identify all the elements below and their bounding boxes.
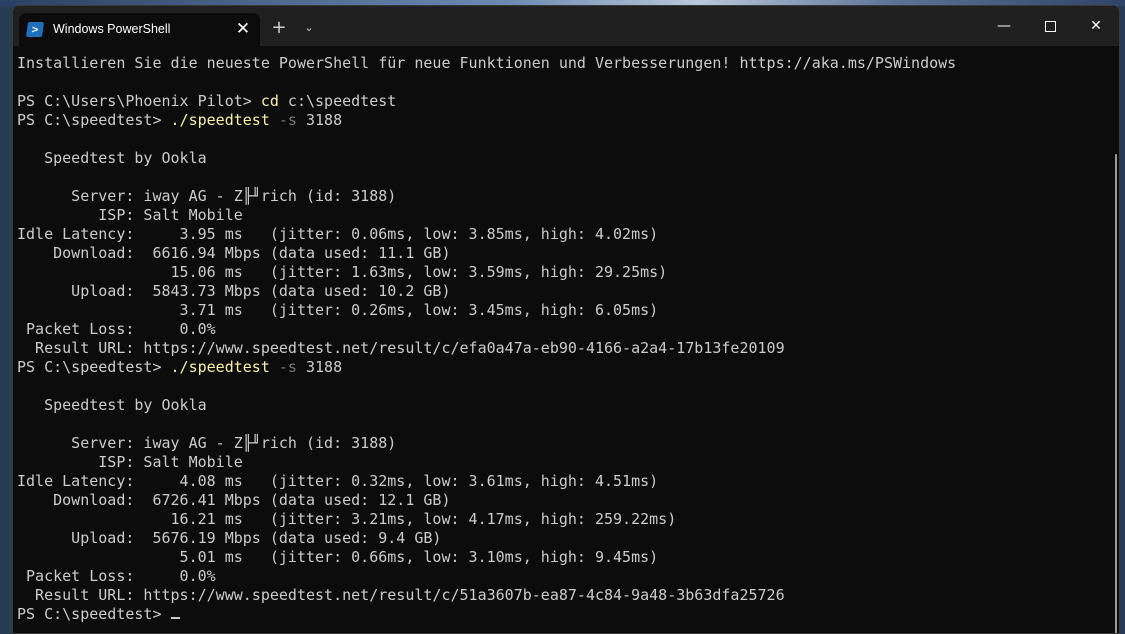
terminal-line: PS C:\speedtest> ./speedtest -s 3188 bbox=[17, 358, 956, 377]
command-text: ./speedtest bbox=[170, 111, 270, 129]
terminal-line: PS C:\speedtest> bbox=[17, 605, 956, 624]
output-text: Idle Latency: 3.95 ms (jitter: 0.06ms, l… bbox=[17, 225, 659, 243]
terminal-line: Upload: 5676.19 Mbps (data used: 9.4 GB) bbox=[17, 529, 956, 548]
output-text: Upload: 5843.73 Mbps (data used: 10.2 GB… bbox=[17, 282, 451, 300]
terminal-lines: Installieren Sie die neueste PowerShell … bbox=[17, 54, 956, 624]
terminal-line: PS C:\Users\Phoenix Pilot> cd c:\speedte… bbox=[17, 92, 956, 111]
terminal-line: Result URL: https://www.speedtest.net/re… bbox=[17, 586, 956, 605]
terminal-line: PS C:\speedtest> ./speedtest -s 3188 bbox=[17, 111, 956, 130]
output-text: 3188 bbox=[296, 358, 343, 376]
terminal-line: 5.01 ms (jitter: 0.66ms, low: 3.10ms, hi… bbox=[17, 548, 956, 567]
terminal-line: Packet Loss: 0.0% bbox=[17, 567, 956, 586]
output-text: PS C:\Users\Phoenix Pilot> bbox=[17, 92, 261, 110]
output-text: Result URL: https://www.speedtest.net/re… bbox=[17, 339, 785, 357]
command-text: cd bbox=[260, 92, 279, 110]
tab-windows-powershell[interactable]: > Windows PowerShell ✕ bbox=[19, 13, 260, 46]
output-text: PS C:\speedtest> bbox=[17, 605, 171, 623]
output-text: 15.06 ms (jitter: 1.63ms, low: 3.59ms, h… bbox=[17, 263, 668, 281]
terminal-line: Idle Latency: 3.95 ms (jitter: 0.06ms, l… bbox=[17, 225, 956, 244]
maximize-icon bbox=[1044, 20, 1056, 32]
terminal-window: > Windows PowerShell ✕ + ⌄ — ✕ Installie… bbox=[12, 5, 1120, 634]
output-text: Packet Loss: 0.0% bbox=[17, 567, 216, 585]
command-text: ./speedtest bbox=[170, 358, 270, 376]
new-tab-button[interactable]: + bbox=[267, 17, 291, 39]
terminal-line: Server: iway AG - Z╟╜rich (id: 3188) bbox=[17, 187, 956, 206]
output-text: 3188 bbox=[296, 111, 343, 129]
parameter-text: -s bbox=[269, 358, 297, 376]
terminal-output-area[interactable]: Installieren Sie die neueste PowerShell … bbox=[13, 46, 1119, 633]
terminal-line: Download: 6726.41 Mbps (data used: 12.1 … bbox=[17, 491, 956, 510]
output-text: Installieren Sie die neueste PowerShell … bbox=[17, 54, 957, 72]
text-cursor bbox=[170, 617, 180, 619]
output-text: Download: 6616.94 Mbps (data used: 11.1 … bbox=[17, 244, 451, 262]
parameter-text: -s bbox=[269, 111, 297, 129]
output-text: Result URL: https://www.speedtest.net/re… bbox=[17, 586, 785, 604]
output-text: c:\speedtest bbox=[278, 92, 397, 110]
terminal-line: 16.21 ms (jitter: 3.21ms, low: 4.17ms, h… bbox=[17, 510, 956, 529]
output-text: Download: 6726.41 Mbps (data used: 12.1 … bbox=[17, 491, 451, 509]
output-text: Speedtest by Ookla bbox=[17, 149, 207, 167]
terminal-line: ISP: Salt Mobile bbox=[17, 453, 956, 472]
terminal-line: Installieren Sie die neueste PowerShell … bbox=[17, 54, 956, 73]
tab-dropdown-button[interactable]: ⌄ bbox=[297, 17, 321, 39]
terminal-line: Upload: 5843.73 Mbps (data used: 10.2 GB… bbox=[17, 282, 956, 301]
output-text: Server: iway AG - Z╟╜rich (id: 3188) bbox=[17, 434, 397, 452]
terminal-line: Idle Latency: 4.08 ms (jitter: 0.32ms, l… bbox=[17, 472, 956, 491]
terminal-line: Download: 6616.94 Mbps (data used: 11.1 … bbox=[17, 244, 956, 263]
output-text: 5.01 ms (jitter: 0.66ms, low: 3.10ms, hi… bbox=[17, 548, 659, 566]
output-text: Speedtest by Ookla bbox=[17, 396, 207, 414]
scrollbar[interactable] bbox=[1115, 154, 1117, 633]
terminal-line: Speedtest by Ookla bbox=[17, 149, 956, 168]
close-window-button[interactable]: ✕ bbox=[1073, 6, 1119, 46]
terminal-line: Speedtest by Ookla bbox=[17, 396, 956, 415]
terminal-line: Server: iway AG - Z╟╜rich (id: 3188) bbox=[17, 434, 956, 453]
terminal-line: 15.06 ms (jitter: 1.63ms, low: 3.59ms, h… bbox=[17, 263, 956, 282]
output-text: PS C:\speedtest> bbox=[17, 358, 171, 376]
title-bar[interactable]: > Windows PowerShell ✕ + ⌄ — ✕ bbox=[13, 6, 1119, 46]
output-text: Upload: 5676.19 Mbps (data used: 9.4 GB) bbox=[17, 529, 442, 547]
close-tab-icon[interactable]: ✕ bbox=[232, 18, 254, 40]
output-text: 3.71 ms (jitter: 0.26ms, low: 3.45ms, hi… bbox=[17, 301, 659, 319]
output-text: PS C:\speedtest> bbox=[17, 111, 171, 129]
terminal-line: ISP: Salt Mobile bbox=[17, 206, 956, 225]
output-text: 16.21 ms (jitter: 3.21ms, low: 4.17ms, h… bbox=[17, 510, 677, 528]
terminal-line: Packet Loss: 0.0% bbox=[17, 320, 956, 339]
tab-title: Windows PowerShell bbox=[53, 22, 171, 36]
terminal-line: 3.71 ms (jitter: 0.26ms, low: 3.45ms, hi… bbox=[17, 301, 956, 320]
output-text: ISP: Salt Mobile bbox=[17, 206, 243, 224]
maximize-button[interactable] bbox=[1027, 6, 1073, 46]
powershell-icon: > bbox=[25, 22, 45, 37]
output-text: Idle Latency: 4.08 ms (jitter: 0.32ms, l… bbox=[17, 472, 659, 490]
terminal-line: Result URL: https://www.speedtest.net/re… bbox=[17, 339, 956, 358]
output-text: Packet Loss: 0.0% bbox=[17, 320, 216, 338]
output-text: Server: iway AG - Z╟╜rich (id: 3188) bbox=[17, 187, 397, 205]
minimize-button[interactable]: — bbox=[981, 6, 1027, 46]
output-text: ISP: Salt Mobile bbox=[17, 453, 243, 471]
